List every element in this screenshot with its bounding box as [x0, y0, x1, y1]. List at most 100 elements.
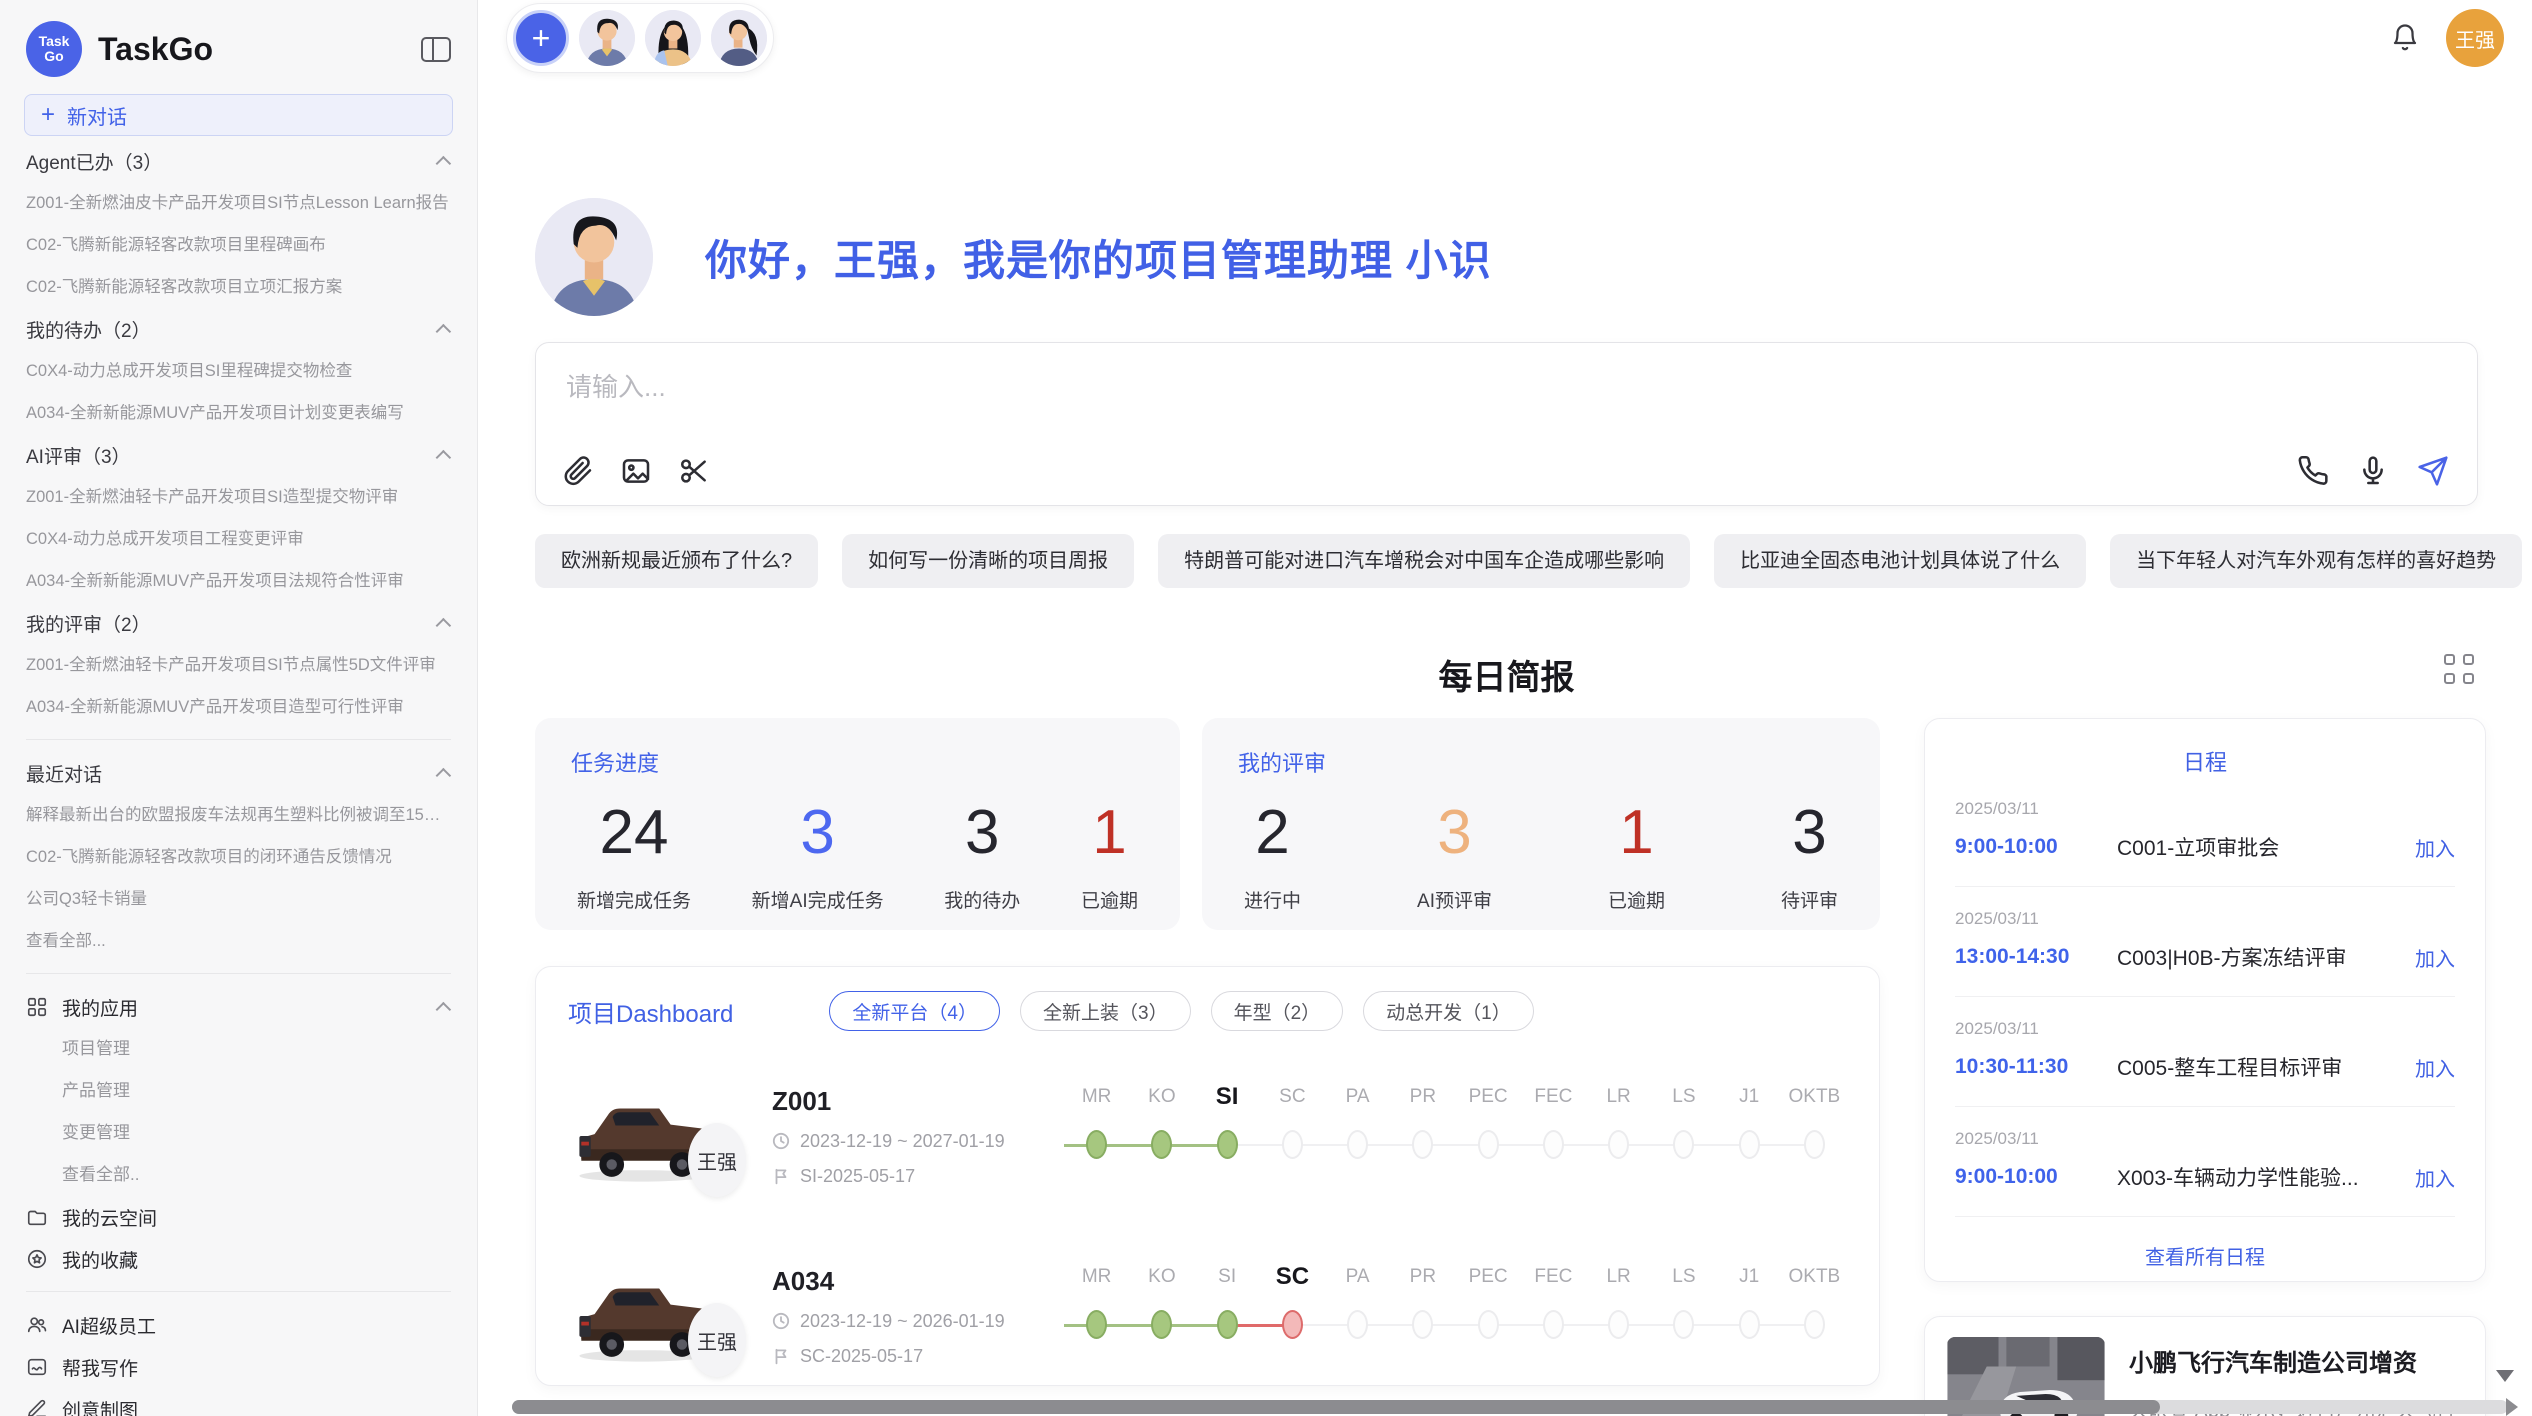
- mic-icon[interactable]: [2357, 455, 2389, 487]
- app-sub-item[interactable]: 项目管理: [26, 1028, 451, 1070]
- user-avatar[interactable]: 王强: [2446, 9, 2504, 67]
- dashboard-tab[interactable]: 全新上装（3）: [1020, 991, 1191, 1031]
- milestone-dot: [1412, 1130, 1433, 1159]
- milestone-label: FEC: [1534, 1260, 1572, 1294]
- event-time: 9:00-10:00: [1955, 835, 2117, 859]
- recent-chat-item[interactable]: 解释最新出台的欧盟报废车法规再生塑料比例被调至15%...: [26, 794, 451, 836]
- agent-avatar-2[interactable]: [645, 10, 701, 66]
- main-area: + 王强 你好，王强，我是你的项目管理助理 小识: [478, 0, 2532, 1416]
- sidebar-item[interactable]: Z001-全新燃油轻卡产品开发项目SI造型提交物评审: [26, 476, 451, 518]
- sidebar-item[interactable]: Z001-全新燃油皮卡产品开发项目SI节点Lesson Learn报告: [26, 182, 451, 224]
- app-title: TaskGo: [98, 31, 213, 68]
- sidebar-item[interactable]: C02-飞腾新能源轻客改款项目里程碑画布: [26, 224, 451, 266]
- sidebar-item[interactable]: Z001-全新燃油轻卡产品开发项目SI节点属性5D文件评审: [26, 644, 451, 686]
- event-join-link[interactable]: 加入: [2415, 943, 2455, 972]
- section-header[interactable]: 我的待办（2）: [26, 308, 451, 350]
- task-progress-card: 任务进度 24 新增完成任务 3 新增AI完成任务 3: [535, 718, 1180, 930]
- sidebar-item-ai-staff[interactable]: AI超级员工: [26, 1304, 451, 1346]
- milestone-col: LS: [1651, 1080, 1716, 1159]
- milestone-col: OKTB: [1782, 1080, 1847, 1159]
- app-sub-item[interactable]: 查看全部..: [26, 1154, 451, 1196]
- sidebar-item[interactable]: C0X4-动力总成开发项目工程变更评审: [26, 518, 451, 560]
- milestone-dot: [1804, 1310, 1825, 1339]
- milestone-label: PR: [1410, 1080, 1436, 1114]
- recent-chat-item[interactable]: C02-飞腾新能源轻客改款项目的闭环通告反馈情况: [26, 836, 451, 878]
- sidebar-item-cloud[interactable]: 我的云空间: [26, 1196, 451, 1238]
- event-join-link[interactable]: 加入: [2415, 833, 2455, 862]
- suggestion-chip[interactable]: 特朗普可能对进口汽车增税会对中国车企造成哪些影响: [1158, 534, 1690, 588]
- sidebar-item-draw[interactable]: 创意制图: [26, 1388, 451, 1416]
- chevron-up-icon: [436, 767, 452, 783]
- scroll-right-icon[interactable]: [2506, 1398, 2518, 1416]
- milestone-dot: [1282, 1130, 1303, 1159]
- flag-icon: [772, 1347, 790, 1365]
- dashboard-tab[interactable]: 全新平台（4）: [829, 991, 1000, 1031]
- dashboard-tab[interactable]: 年型（2）: [1211, 991, 1344, 1031]
- section-header[interactable]: Agent已办（3）: [26, 140, 451, 182]
- scrollbar-thumb[interactable]: [512, 1400, 2160, 1414]
- milestone-label: PEC: [1469, 1080, 1508, 1114]
- sidebar-item[interactable]: C02-飞腾新能源轻客改款项目立项汇报方案: [26, 266, 451, 308]
- milestone-dot: [1478, 1310, 1499, 1339]
- send-icon[interactable]: [2417, 455, 2449, 487]
- project-row[interactable]: 王强 Z001 2023-12-19 ~ 2027-01-19: [568, 1061, 1847, 1211]
- project-row[interactable]: 王强 A034 2023-12-19 ~ 2026-01-19: [568, 1241, 1847, 1386]
- suggestion-chip[interactable]: 比亚迪全固态电池计划具体说了什么: [1714, 534, 2086, 588]
- bell-icon[interactable]: [2390, 23, 2420, 53]
- dashboard-tab[interactable]: 动总开发（1）: [1363, 991, 1534, 1031]
- scroll-down-icon[interactable]: [2496, 1370, 2514, 1382]
- sidebar-item-favorites[interactable]: 我的收藏: [26, 1238, 451, 1280]
- content: 你好，王强，我是你的项目管理助理 小识 欧洲新规最近颁布了什么?如何写一份清晰的…: [478, 198, 2532, 1416]
- milestone-dot: [1412, 1310, 1433, 1339]
- project-info: Z001 2023-12-19 ~ 2027-01-19 SI-2025-05-…: [772, 1086, 1040, 1187]
- event-join-link[interactable]: 加入: [2415, 1053, 2455, 1082]
- section-header[interactable]: 我的评审（2）: [26, 602, 451, 644]
- sidebar-item[interactable]: A034-全新新能源MUV产品开发项目法规符合性评审: [26, 560, 451, 602]
- add-agent-button[interactable]: +: [513, 10, 569, 66]
- sidebar-section: 我的待办（2） C0X4-动力总成开发项目SI里程碑提交物检查A034-全新新能…: [26, 308, 451, 434]
- stats-row: 任务进度 24 新增完成任务 3 新增AI完成任务 3: [535, 718, 1880, 930]
- milestone-label: MR: [1082, 1080, 1112, 1114]
- milestone-dot: [1151, 1310, 1172, 1339]
- phone-icon[interactable]: [2297, 455, 2329, 487]
- sidebar-item[interactable]: A034-全新新能源MUV产品开发项目计划变更表编写: [26, 392, 451, 434]
- new-chat-button[interactable]: + 新对话: [24, 94, 453, 136]
- agent-avatar-3[interactable]: [711, 10, 767, 66]
- scissors-icon[interactable]: [678, 455, 710, 487]
- sidebar-collapse-icon[interactable]: [421, 37, 451, 62]
- sidebar-item-my-apps[interactable]: 我的应用: [26, 986, 451, 1028]
- milestone-dot: [1478, 1130, 1499, 1159]
- project-owner-badge: 王强: [688, 1303, 746, 1377]
- left-column: 任务进度 24 新增完成任务 3 新增AI完成任务 3: [535, 718, 1880, 1386]
- sidebar: Task Go TaskGo + 新对话 Agent已办（3） Z001-全新燃…: [0, 0, 478, 1416]
- write-icon: [26, 1356, 48, 1378]
- milestone-dot: [1543, 1130, 1564, 1159]
- project-owner-badge: 王强: [688, 1123, 746, 1197]
- image-icon[interactable]: [620, 455, 652, 487]
- layout-grid-icon[interactable]: [2444, 654, 2474, 684]
- message-input[interactable]: [566, 367, 2447, 427]
- sidebar-item[interactable]: C0X4-动力总成开发项目SI里程碑提交物检查: [26, 350, 451, 392]
- recent-view-all[interactable]: 查看全部...: [26, 920, 451, 962]
- app-sub-item[interactable]: 变更管理: [26, 1112, 451, 1154]
- event-join-link[interactable]: 加入: [2415, 1163, 2455, 1192]
- app-sub-item[interactable]: 产品管理: [26, 1070, 451, 1112]
- section-header[interactable]: 最近对话: [26, 752, 451, 794]
- recent-chat-item[interactable]: 公司Q3轻卡销量: [26, 878, 451, 920]
- stat: 3 新增AI完成任务: [752, 796, 884, 913]
- suggestion-chip[interactable]: 欧洲新规最近颁布了什么?: [535, 534, 818, 588]
- view-all-schedule-link[interactable]: 查看所有日程: [1955, 1241, 2455, 1270]
- milestone-dot: [1086, 1130, 1107, 1159]
- milestone-col: MR: [1064, 1080, 1129, 1159]
- agent-avatar-1[interactable]: [579, 10, 635, 66]
- section-header[interactable]: AI评审（3）: [26, 434, 451, 476]
- paperclip-icon[interactable]: [562, 455, 594, 487]
- suggestion-chip[interactable]: 当下年轻人对汽车外观有怎样的喜好趋势: [2110, 534, 2522, 588]
- milestone-col: PEC: [1456, 1260, 1521, 1339]
- sidebar-item-write[interactable]: 帮我写作: [26, 1346, 451, 1388]
- horizontal-scrollbar[interactable]: [512, 1400, 2508, 1414]
- milestone-dot: [1739, 1130, 1760, 1159]
- milestone-col: KO: [1129, 1260, 1194, 1339]
- suggestion-chip[interactable]: 如何写一份清晰的项目周报: [842, 534, 1134, 588]
- sidebar-item[interactable]: A034-全新新能源MUV产品开发项目造型可行性评审: [26, 686, 451, 728]
